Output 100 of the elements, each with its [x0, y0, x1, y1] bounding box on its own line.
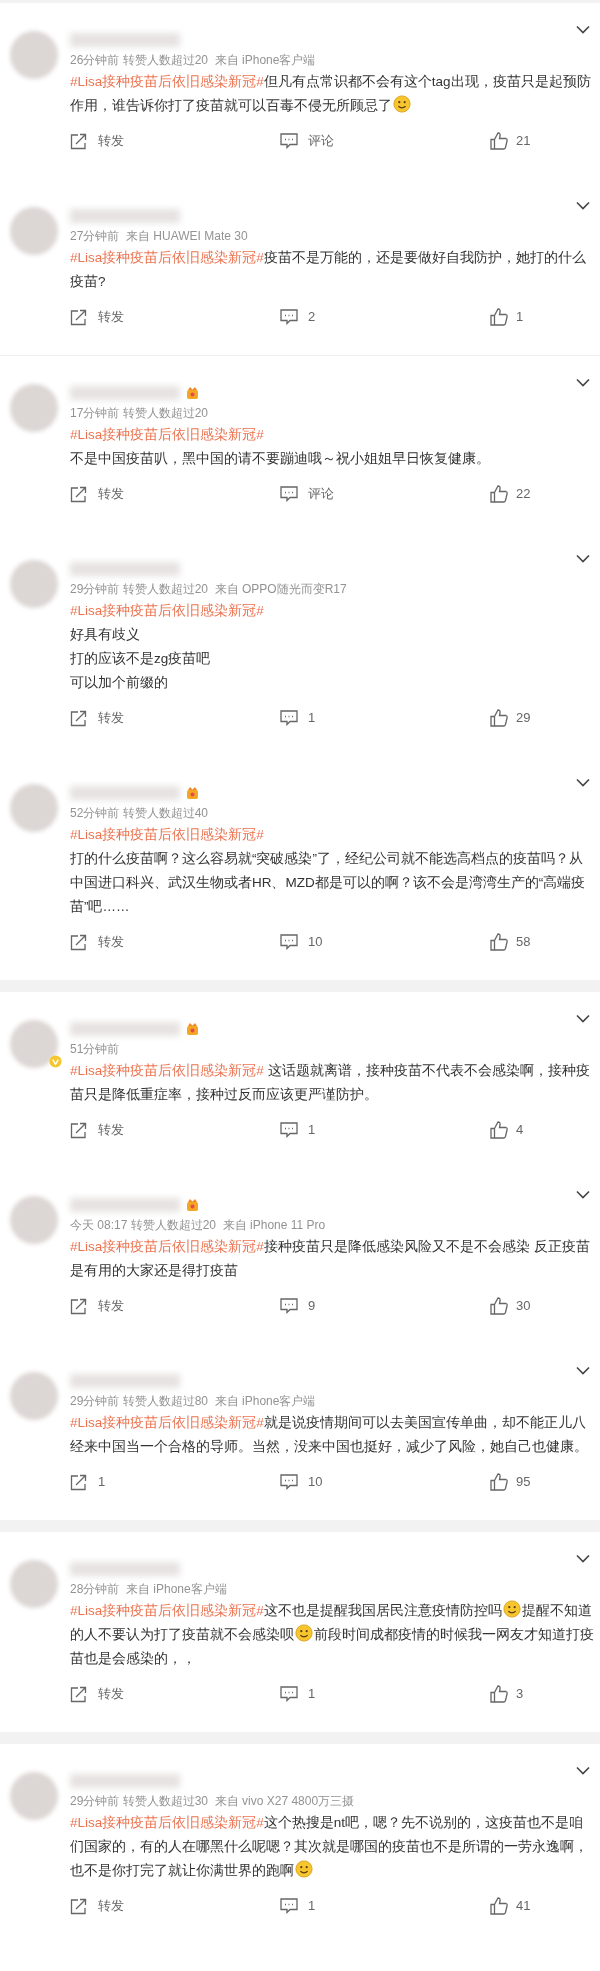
- like-button[interactable]: 3: [490, 1684, 524, 1704]
- hashtag-link[interactable]: #Lisa接种疫苗后依旧感染新冠#: [70, 827, 264, 842]
- share-icon: [70, 933, 88, 951]
- comment-button[interactable]: 10: [280, 932, 490, 952]
- blurred-username[interactable]: [70, 209, 180, 223]
- blurred-username[interactable]: [70, 1562, 180, 1576]
- repost-button[interactable]: 转发: [70, 708, 280, 728]
- avatar[interactable]: [10, 560, 58, 608]
- avatar[interactable]: [10, 1772, 58, 1820]
- share-icon: [70, 1897, 88, 1915]
- repost-button[interactable]: 转发: [70, 1896, 280, 1916]
- share-icon: [70, 1121, 88, 1139]
- comment-text: #Lisa接种疫苗后依旧感染新冠#这不也是提醒我国居民注意疫情防控吗 提醒不知道的人不要认为打了疫苗就不会感染呗 前段时间成都疫情的时候我一网友才知道打疫苗也是会感染的，，: [70, 1599, 596, 1671]
- thumbs-up-icon: [490, 1897, 508, 1915]
- post-meta: 29分钟前 转赞人数超过80 来自 iPhone客户端: [70, 1393, 317, 1410]
- chevron-down-icon[interactable]: [576, 378, 590, 387]
- repost-button[interactable]: 转发: [70, 1684, 280, 1704]
- blurred-username[interactable]: [70, 33, 180, 47]
- avatar[interactable]: [10, 207, 58, 255]
- blurred-username[interactable]: [70, 1198, 180, 1212]
- comment-text: #Lisa接种疫苗后依旧感染新冠#这个热搜是nt吧，嗯？先不说别的，这疫苗也不是咱们国家的，有的人在哪黑什么呢嗯？其次就是哪国的疫苗也不是所谓的一劳永逸啊，也不是你打完了就让你满世界的跑啊: [70, 1814, 589, 1880]
- blurred-username[interactable]: [70, 786, 180, 800]
- avatar[interactable]: [10, 1560, 58, 1608]
- emoji-icon: [502, 1600, 521, 1618]
- like-button[interactable]: 22: [490, 484, 531, 504]
- post-meta: 26分钟前 转赞人数超过20 来自 iPhone客户端: [70, 52, 317, 69]
- comment-icon: [280, 1298, 298, 1314]
- comment-text: #Lisa接种疫苗后依旧感染新冠#疫苗不是万能的，还是要做好自我防护，她打的什么疫苗?: [70, 249, 587, 291]
- emoji-icon: [295, 1624, 313, 1642]
- like-button[interactable]: 21: [490, 131, 531, 151]
- comment-button[interactable]: 1: [280, 708, 490, 728]
- avatar[interactable]: [10, 784, 58, 832]
- repost-button[interactable]: 转发: [70, 307, 280, 327]
- thumbs-up-icon: [490, 709, 508, 727]
- chevron-down-icon[interactable]: [576, 778, 590, 787]
- blurred-username[interactable]: [70, 1022, 180, 1036]
- comment-icon: [280, 1474, 298, 1490]
- comment-icon: [280, 486, 298, 502]
- avatar[interactable]: [10, 1020, 58, 1068]
- hashtag-link[interactable]: #Lisa接种疫苗后依旧感染新冠#: [70, 427, 264, 442]
- comment-text: #Lisa接种疫苗后依旧感染新冠#但凡有点常识都不会有这个tag出现，疫苗只是起预防作用，谁告诉你打了疫苗就可以百毒不侵无所顾忌了: [70, 73, 592, 115]
- share-icon: [70, 709, 88, 727]
- comment-text: #Lisa接种疫苗后依旧感染新冠#就是说疫情期间可以去美国宣传单曲，却不能正儿八经来中国当一个合格的导师。当然，没来中国也挺好，减少了风险，她自己也健康。: [70, 1414, 589, 1456]
- avatar[interactable]: [10, 1196, 58, 1244]
- comment-button[interactable]: 评论: [280, 131, 490, 151]
- like-button[interactable]: 58: [490, 932, 531, 952]
- post-meta: 29分钟前 转赞人数超过20 来自 OPPO随光而变R17: [70, 581, 348, 598]
- blurred-username[interactable]: [70, 562, 180, 576]
- avatar[interactable]: [10, 384, 58, 432]
- chevron-down-icon[interactable]: [576, 25, 590, 34]
- avatar[interactable]: [10, 31, 58, 79]
- like-button[interactable]: 4: [490, 1120, 524, 1140]
- comment-icon: [280, 309, 298, 325]
- repost-button[interactable]: 转发: [70, 1120, 280, 1140]
- comment-button[interactable]: 1: [280, 1896, 490, 1916]
- repost-button[interactable]: 转发: [70, 932, 280, 952]
- post-meta: 今天 08:17 转赞人数超过20 来自 iPhone 11 Pro: [70, 1217, 327, 1234]
- chevron-down-icon[interactable]: [576, 1014, 590, 1023]
- hashtag-link[interactable]: #Lisa接种疫苗后依旧感染新冠#: [70, 250, 264, 265]
- hashtag-link[interactable]: #Lisa接种疫苗后依旧感染新冠#: [70, 1063, 264, 1078]
- repost-button[interactable]: 转发: [70, 131, 280, 151]
- hashtag-link[interactable]: #Lisa接种疫苗后依旧感染新冠#: [70, 1239, 264, 1254]
- post-meta: 17分钟前 转赞人数超过20: [70, 405, 210, 422]
- chevron-down-icon[interactable]: [576, 1190, 590, 1199]
- comment-button[interactable]: 评论: [280, 484, 490, 504]
- comment-text: 不是中国疫苗叭，黑中国的请不要蹦迪哦～祝小姐姐早日恢复健康。: [70, 450, 491, 468]
- comment-icon: [280, 1898, 298, 1914]
- repost-button[interactable]: 转发: [70, 1296, 280, 1316]
- chevron-down-icon[interactable]: [576, 1766, 590, 1775]
- chevron-down-icon[interactable]: [576, 1554, 590, 1563]
- repost-button[interactable]: 转发: [70, 484, 280, 504]
- like-button[interactable]: 30: [490, 1296, 531, 1316]
- hashtag-link[interactable]: #Lisa接种疫苗后依旧感染新冠#: [70, 1815, 264, 1830]
- blurred-username[interactable]: [70, 386, 180, 400]
- comment-text: 打的什么疫苗啊？这么容易就“突破感染”了，经纪公司就不能选高档点的疫苗吗？从中国进口科兴、武汉生物或者HR、MZD都是可以的啊？该不会是湾湾生产的“高端疫苗”吧……: [70, 850, 587, 916]
- like-button[interactable]: 95: [490, 1472, 531, 1492]
- comment-button[interactable]: 1: [280, 1120, 490, 1140]
- blurred-username[interactable]: [70, 1374, 180, 1388]
- hashtag-link[interactable]: #Lisa接种疫苗后依旧感染新冠#: [70, 1603, 264, 1618]
- comment-button[interactable]: 10: [280, 1472, 490, 1492]
- like-button[interactable]: 41: [490, 1896, 531, 1916]
- hashtag-link[interactable]: #Lisa接种疫苗后依旧感染新冠#: [70, 74, 264, 89]
- comment-text: #Lisa接种疫苗后依旧感染新冠# 这话题就离谱，接种疫苗不代表不会感染啊，接种疫苗只是降低重症率，接种过反而应该更严谨防护。: [70, 1062, 591, 1104]
- hashtag-link[interactable]: #Lisa接种疫苗后依旧感染新冠#: [70, 603, 264, 618]
- chevron-down-icon[interactable]: [576, 1366, 590, 1375]
- chevron-down-icon[interactable]: [576, 554, 590, 563]
- thumbs-up-icon: [490, 1121, 508, 1139]
- thumbs-up-icon: [490, 485, 508, 503]
- thumbs-up-icon: [490, 132, 508, 150]
- comment-button[interactable]: 2: [280, 307, 490, 327]
- share-icon: [70, 485, 88, 503]
- like-button[interactable]: 1: [490, 307, 524, 327]
- hashtag-link[interactable]: #Lisa接种疫苗后依旧感染新冠#: [70, 1415, 264, 1430]
- chevron-down-icon[interactable]: [576, 201, 590, 210]
- blurred-username[interactable]: [70, 1774, 180, 1788]
- comment-button[interactable]: 9: [280, 1296, 490, 1316]
- like-button[interactable]: 29: [490, 708, 531, 728]
- repost-button[interactable]: 1: [70, 1472, 280, 1492]
- comment-button[interactable]: 1: [280, 1684, 490, 1704]
- avatar[interactable]: [10, 1372, 58, 1420]
